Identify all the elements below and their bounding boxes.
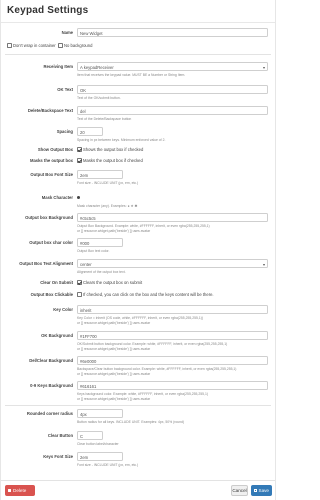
mask-char-label: Mask Character [41, 195, 73, 200]
name-label: Name [61, 30, 73, 35]
output-clickable-checkbox[interactable] [77, 292, 82, 297]
delete-text-input[interactable]: del [77, 106, 268, 115]
keys-bg-help-2: or [[ resource.widget.path('beside') ]] … [77, 396, 151, 401]
dont-wrap-label: Don't wrap in container [13, 43, 56, 48]
output-font-input[interactable]: 2em [77, 170, 123, 179]
delete-text-value: del [80, 108, 86, 114]
ok-bg-value: #1FF700 [80, 333, 97, 339]
save-icon [254, 489, 257, 492]
keys-font-input[interactable]: 2em [77, 452, 123, 461]
key-color-label: Key Color [53, 307, 73, 312]
keys-bg-input[interactable]: #616161 [77, 381, 268, 390]
ok-bg-help-2: or [[ resource.widget.path('beside') ]] … [77, 346, 151, 351]
ok-text-help: Text of the OK/submit button. [77, 96, 121, 100]
output-align-value: center [80, 261, 92, 267]
corner-radius-input[interactable]: 4px [77, 409, 123, 418]
section-divider [5, 54, 271, 55]
clear-submit-checkbox[interactable] [77, 280, 82, 285]
mask-character-glyph[interactable] [77, 196, 80, 199]
output-align-help: Alignment of the output box text. [77, 270, 126, 274]
chevron-down-icon: ▾ [262, 262, 265, 267]
output-bg-label: Output box Background [25, 215, 73, 220]
cancel-button[interactable]: Cancel [231, 485, 248, 496]
receiving-item-label: Receiving Item [43, 64, 73, 69]
mask-char-help: Mask character (any). Examples: ● ★ ✱ [77, 204, 138, 208]
save-button[interactable]: Save [251, 485, 272, 496]
ok-text-input[interactable]: OK [77, 85, 268, 94]
delete-text-help: Text of the Delete/Backspace button [77, 117, 132, 121]
keys-font-value: 2em [80, 454, 89, 460]
delete-button-label: Delete [13, 488, 27, 493]
mask-output-label: Masks the output box [29, 158, 73, 163]
spacing-help: Spacing in px between keys. Minimum enfo… [77, 138, 166, 142]
ok-text-value: OK [80, 87, 87, 93]
keys-bg-value: #616161 [80, 383, 97, 389]
key-color-value: inherit [80, 307, 92, 313]
show-output-check-label: Shows the output box if checked [83, 147, 144, 152]
keys-font-help: Font size - INCLUDE UNIT (px, em, etc.) [77, 463, 139, 467]
keys-font-label: Keys Font Size [43, 454, 73, 459]
del-bg-value: #6e0000 [80, 358, 97, 364]
cancel-button-label: Cancel [232, 488, 247, 493]
section-divider-2 [5, 405, 271, 406]
output-clickable-label: Output Box Clickable [30, 292, 73, 297]
no-background-checkbox[interactable] [58, 43, 63, 48]
name-value: New Widget [80, 30, 103, 36]
delete-button[interactable]: Delete [5, 485, 35, 496]
output-char-help: Output Box text color. [77, 249, 110, 253]
settings-dialog: Keypad Settings Name New Widget Don't wr… [0, 0, 276, 500]
trash-icon [8, 488, 11, 493]
corner-radius-label: Rounded corner radius [26, 411, 73, 416]
clear-submit-check-label: Clears the output box on submit [83, 280, 143, 285]
output-bg-value: #c5c5c5 [80, 215, 96, 221]
dialog-title: Keypad Settings [7, 5, 89, 16]
key-color-help-2: or [[ resource.widget.path('beside') ]] … [77, 320, 151, 325]
keys-bg-label: 0-9 Keys Background [30, 383, 73, 388]
del-bg-label: Del/Clear Background [29, 358, 73, 363]
spacing-input[interactable]: 20 [77, 127, 103, 136]
clear-submit-label: Clear On Submit [40, 280, 73, 285]
ok-text-label: OK Text [57, 87, 73, 92]
clear-button-help: Clear button label/character [77, 442, 119, 446]
del-bg-input[interactable]: #6e0000 [77, 356, 268, 365]
output-bg-help-2: or [[ resource.widget.path('beside') ]] … [77, 228, 151, 233]
output-align-label: Output Box Text Alignment [19, 261, 73, 266]
save-button-label: Save [258, 488, 269, 493]
output-font-help: Font size - INCLUDE UNIT (px, em, etc.) [77, 181, 139, 185]
delete-text-label: Delete/Backspace Text [27, 108, 73, 113]
footer-divider [1, 480, 275, 481]
output-char-input[interactable]: #000 [77, 238, 123, 247]
show-output-label: Show Output Box [37, 147, 73, 152]
ok-bg-label: OK Background [41, 333, 73, 338]
mask-output-checkbox[interactable] [77, 158, 82, 163]
show-output-checkbox[interactable] [77, 147, 82, 152]
corner-radius-help: Button radius for all keys. INCLUDE UNIT… [77, 420, 185, 424]
clear-button-label: Clear Button [47, 433, 73, 438]
receiving-item-value: A keypadReceiver [80, 64, 114, 70]
del-bg-help-2: or [[ resource.widget.path('beside') ]] … [77, 371, 151, 376]
name-input[interactable]: New Widget [77, 28, 268, 37]
clear-button-input[interactable]: C [77, 431, 103, 440]
output-font-label: Output Box Font Size [30, 172, 73, 177]
receiving-item-select[interactable]: A keypadReceiver ▾ [77, 62, 268, 71]
spacing-label: Spacing [56, 129, 73, 134]
ok-bg-input[interactable]: #1FF700 [77, 331, 268, 340]
spacing-value: 20 [80, 129, 85, 135]
clear-button-value: C [80, 433, 84, 439]
mask-output-check-label: Masks the output box if checked [83, 158, 143, 163]
output-char-label: Output box char color [29, 240, 73, 245]
no-background-label: No background [64, 43, 93, 48]
title-divider [1, 22, 275, 23]
output-font-value: 2em [80, 172, 89, 178]
key-color-input[interactable]: inherit [77, 305, 268, 314]
output-char-value: #000 [80, 240, 90, 246]
output-bg-input[interactable]: #c5c5c5 [77, 213, 268, 222]
receiving-item-help: Item that receives the keypad value. MUS… [77, 73, 186, 77]
output-clickable-check-label: If checked, you can click on the box and… [83, 292, 214, 297]
dont-wrap-checkbox[interactable] [7, 43, 12, 48]
chevron-down-icon: ▾ [262, 65, 265, 70]
corner-radius-value: 4px [80, 411, 87, 417]
output-align-select[interactable]: center ▾ [77, 259, 268, 268]
